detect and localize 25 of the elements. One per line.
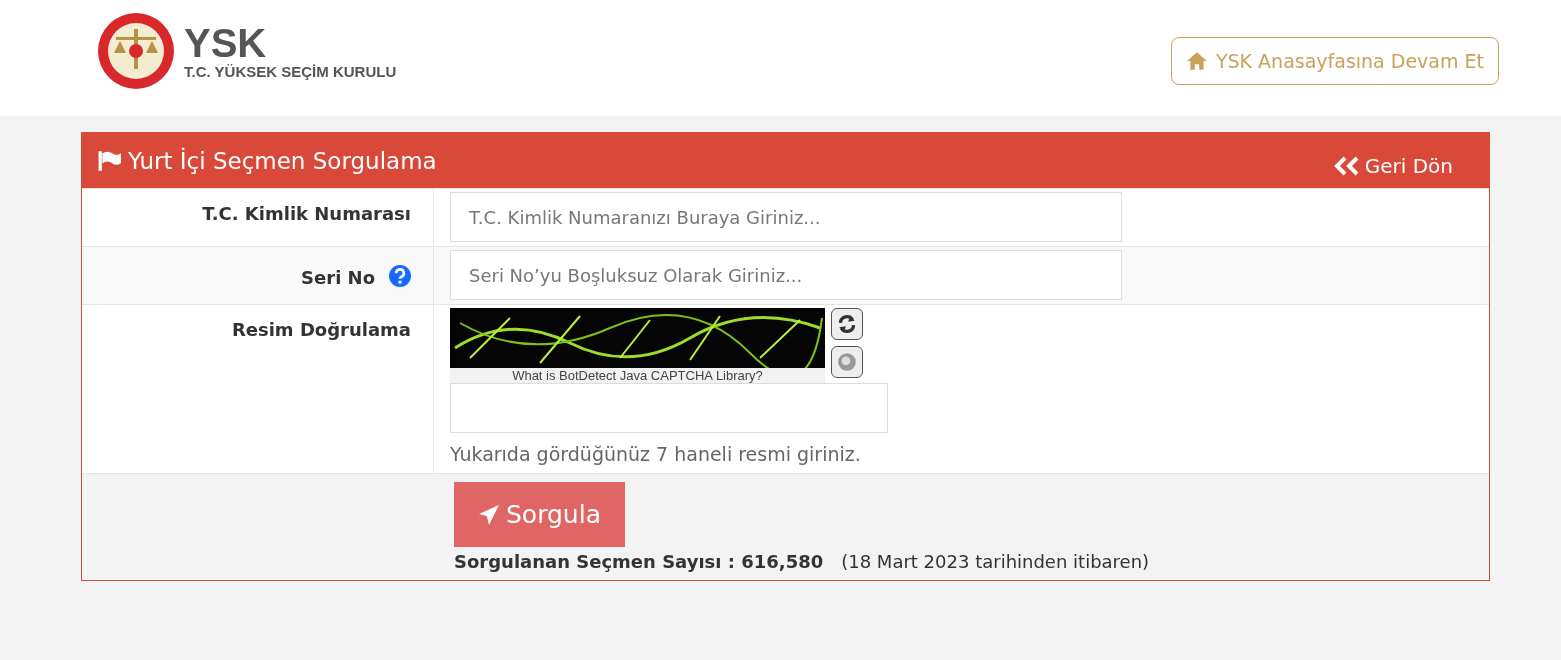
voter-count: Sorgulanan Seçmen Sayısı : 616,580 [454,551,824,572]
paper-plane-icon [478,503,500,526]
home-icon [1185,51,1208,71]
logo-title: YSK [184,22,267,63]
field-label: Seri No [301,267,375,288]
logo-subtitle: T.C. YÜKSEK SEÇİM KURULU [184,62,397,80]
panel-title: Yurt İçi Seçmen Sorgulama [128,147,437,174]
count-since-note: (18 Mart 2023 tarihinden itibaren) [841,551,1150,572]
captcha-input-field[interactable] [450,383,888,433]
back-link[interactable]: Geri Dön [1332,153,1453,178]
refresh-captcha-button[interactable] [831,308,863,340]
audio-captcha-button[interactable] [831,346,863,378]
refresh-icon [836,313,858,335]
field-label: T.C. Kimlik Numarası [202,203,411,224]
text-input-field[interactable]: Seri No’yu Boşluksuz Olarak Giriniz... [450,250,1122,300]
help-icon[interactable] [389,265,411,287]
submit-button[interactable]: Sorgula [454,482,625,547]
double-chevron-left-icon [1332,155,1361,176]
flag-icon [98,149,122,172]
seal-logo-icon [96,11,176,91]
field-label: Resim Doğrulama [231,319,411,340]
captcha-hint: Yukarıda gördüğünüz 7 haneli resmi giriniz. [450,443,862,465]
captcha-info-link[interactable]: What is BotDetect Java CAPTCHA Library? [450,368,825,383]
home-link-button[interactable]: YSK Anasayfasına Devam Et [1170,37,1499,85]
text-input-field[interactable]: T.C. Kimlik Numaranızı Buraya Giriniz... [450,192,1122,242]
